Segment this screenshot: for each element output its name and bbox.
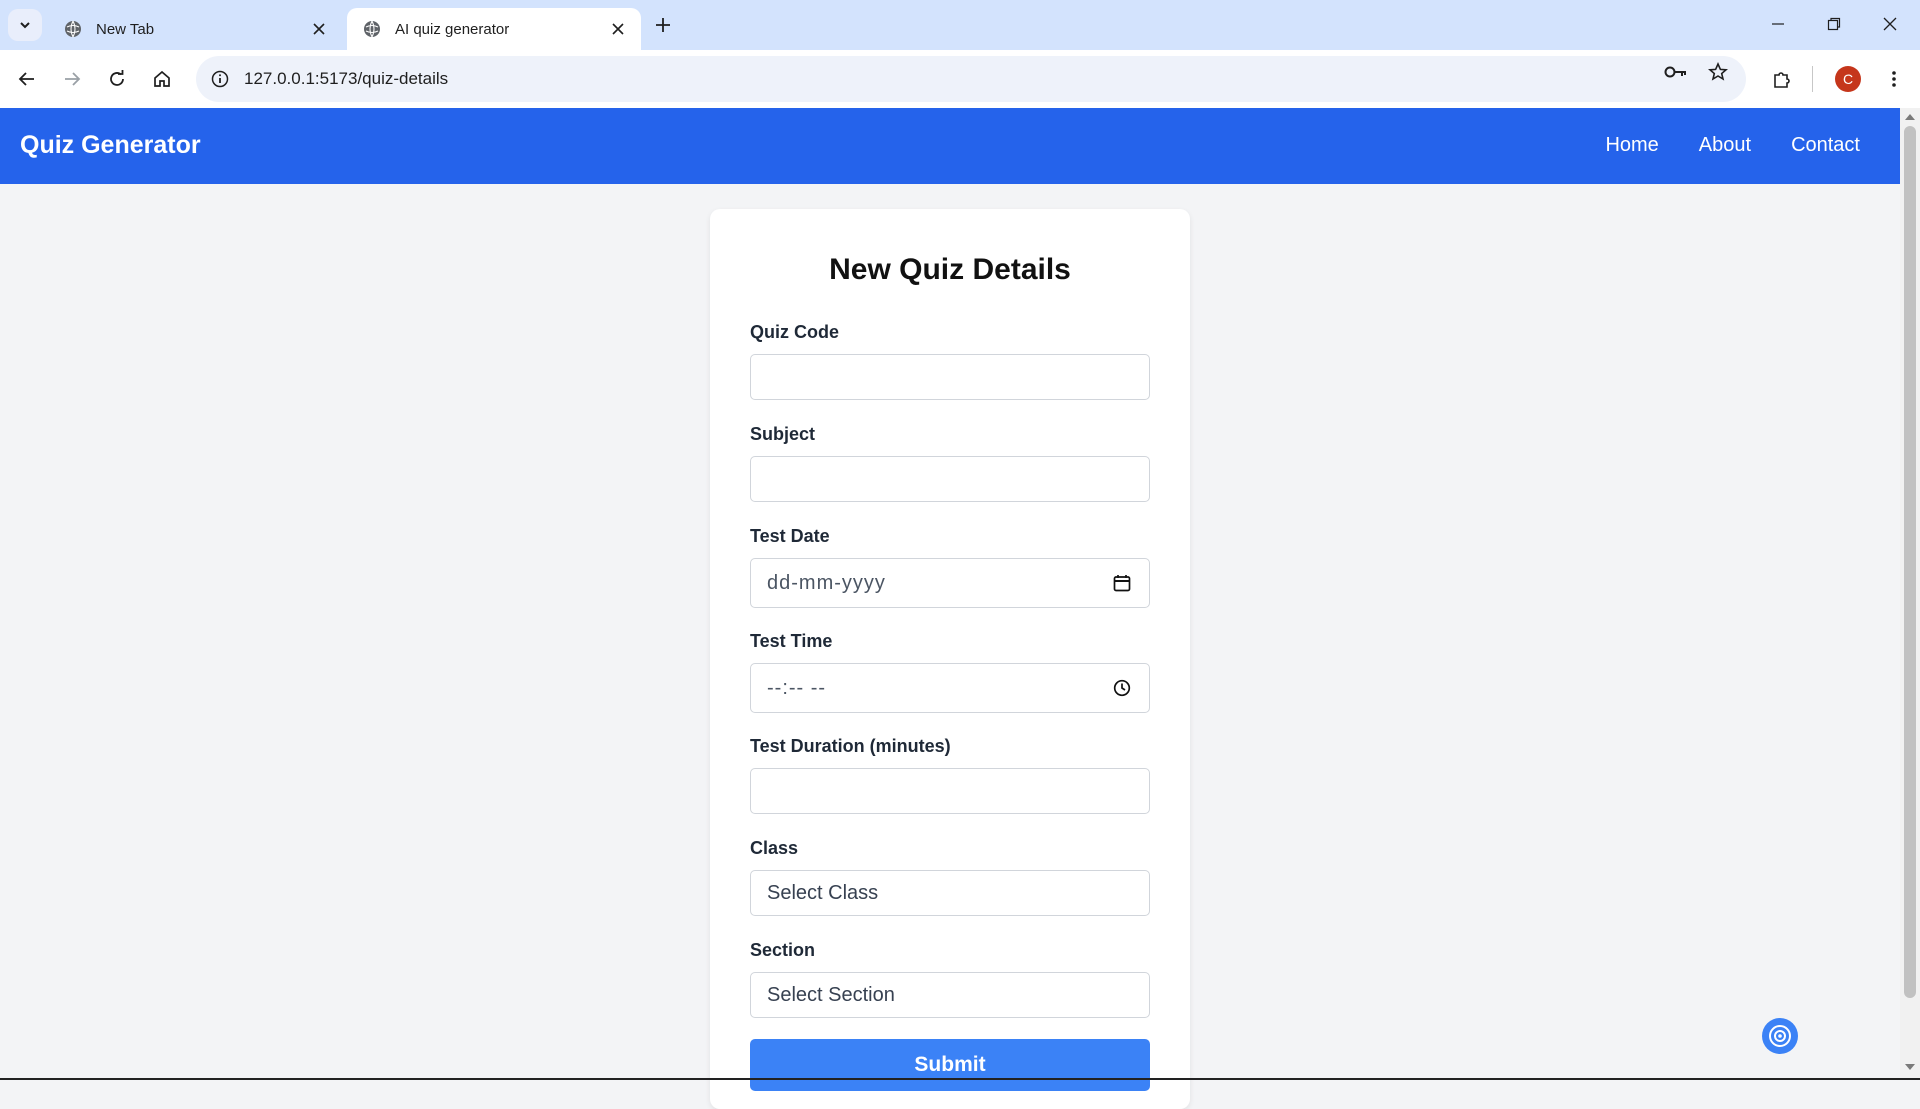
bookmark-button[interactable] (1702, 56, 1734, 88)
extensions-button[interactable] (1766, 63, 1798, 95)
test-duration-input[interactable] (750, 768, 1150, 814)
section-select[interactable]: Select Section (750, 972, 1150, 1018)
puzzle-icon (1774, 72, 1790, 88)
submit-button[interactable]: Submit (750, 1039, 1150, 1091)
page-scrollbar[interactable] (1900, 108, 1920, 1080)
star-icon (1708, 62, 1728, 81)
tab-new-tab[interactable]: New Tab (48, 8, 342, 50)
reload-button[interactable] (101, 63, 133, 95)
globe-icon (363, 20, 381, 38)
close-window-button[interactable] (1870, 6, 1910, 42)
clock-icon[interactable] (1113, 679, 1131, 697)
test-time-label: Test Time (750, 631, 833, 651)
subject-input[interactable] (750, 456, 1150, 502)
nav-link-contact[interactable]: Contact (1791, 134, 1860, 157)
arrow-left-icon (18, 72, 34, 86)
browser-menu-button[interactable] (1878, 63, 1910, 95)
profile-avatar[interactable]: C (1835, 66, 1861, 92)
more-vert-icon (1892, 71, 1896, 87)
test-time-input[interactable]: --:-- -- (750, 663, 1150, 713)
password-key-button[interactable] (1660, 56, 1692, 88)
test-date-input[interactable]: dd-mm-yyyy (750, 558, 1150, 608)
restore-button[interactable] (1814, 6, 1854, 42)
chevron-down-icon (20, 22, 30, 29)
test-time-placeholder: --:-- -- (767, 676, 827, 699)
toolbar-divider (1812, 66, 1813, 92)
class-selected-value: Select Class (767, 881, 879, 904)
site-info-icon[interactable] (208, 67, 232, 91)
close-icon (1883, 17, 1897, 31)
plus-icon (656, 18, 670, 32)
browser-tab-bar: New Tab AI quiz generator (0, 0, 1920, 50)
quiz-code-label: Quiz Code (750, 322, 839, 342)
test-date-label: Test Date (750, 526, 830, 546)
app-navbar: Quiz Generator Home About Contact (0, 108, 1900, 184)
form-title: New Quiz Details (829, 253, 1071, 286)
section-label: Section (750, 940, 816, 960)
tab-title: AI quiz generator (395, 20, 510, 38)
scroll-up-arrow-icon[interactable] (1905, 114, 1915, 120)
globe-icon (64, 20, 82, 38)
scrollbar-thumb[interactable] (1904, 126, 1916, 998)
minimize-button[interactable] (1758, 6, 1798, 42)
arrow-right-icon (65, 72, 81, 86)
url-text: 127.0.0.1:5173/quiz-details (244, 69, 449, 88)
restore-icon (1827, 17, 1841, 31)
subject-label: Subject (750, 424, 816, 444)
tab-title: New Tab (96, 20, 155, 38)
back-button[interactable] (11, 63, 43, 95)
new-tab-button[interactable] (648, 10, 678, 40)
close-tab-icon[interactable] (605, 16, 631, 42)
nav-link-home[interactable]: Home (1605, 134, 1658, 157)
test-duration-label: Test Duration (minutes) (750, 736, 951, 756)
tab-ai-quiz-generator[interactable]: AI quiz generator (347, 8, 641, 50)
tab-search-button[interactable] (8, 9, 42, 41)
class-label: Class (750, 838, 799, 858)
assistant-icon (1769, 1025, 1791, 1047)
minimize-icon (1772, 23, 1784, 25)
scroll-down-arrow-icon[interactable] (1905, 1064, 1915, 1070)
section-selected-value: Select Section (767, 983, 895, 1006)
home-button[interactable] (146, 63, 178, 95)
browser-toolbar: 127.0.0.1:5173/quiz-details (0, 50, 1920, 108)
test-date-placeholder: dd-mm-yyyy (767, 571, 886, 594)
brand-title[interactable]: Quiz Generator (20, 131, 201, 160)
key-icon (1664, 66, 1686, 78)
nav-link-about[interactable]: About (1699, 134, 1751, 157)
calendar-icon[interactable] (1113, 574, 1131, 592)
address-bar[interactable]: 127.0.0.1:5173/quiz-details (196, 56, 1746, 102)
reload-icon (110, 70, 124, 86)
home-icon (154, 70, 170, 87)
close-tab-icon[interactable] (306, 16, 332, 42)
quiz-details-card: New Quiz Details Quiz Code Subject Test … (710, 209, 1190, 1109)
floating-assistant-button[interactable] (1762, 1018, 1798, 1054)
forward-button[interactable] (56, 63, 88, 95)
class-select[interactable]: Select Class (750, 870, 1150, 916)
quiz-code-input[interactable] (750, 354, 1150, 400)
nav-links: Home About Contact (1605, 134, 1860, 157)
